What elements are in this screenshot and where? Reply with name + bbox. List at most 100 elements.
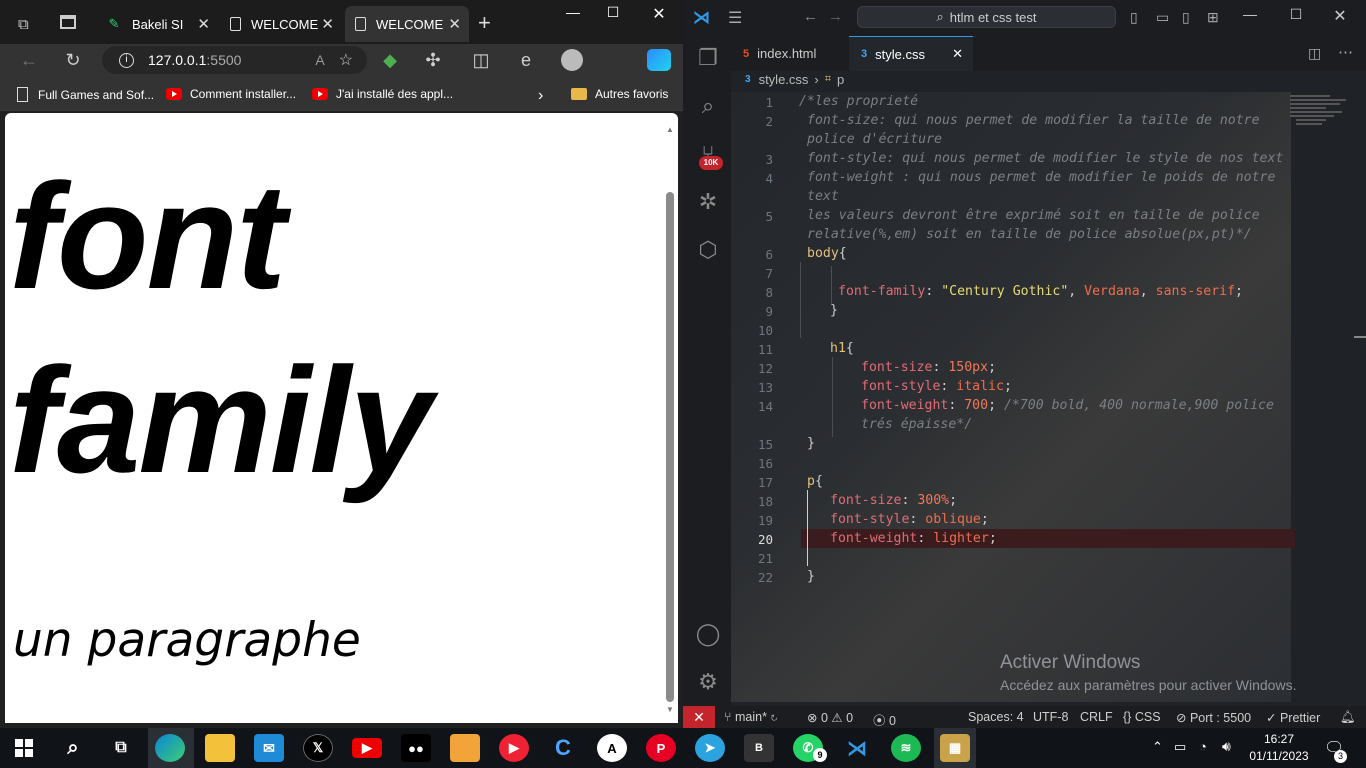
app-b-icon[interactable]: B	[744, 734, 774, 762]
live-server-port[interactable]: ⊘ Port : 5500	[1176, 710, 1251, 725]
nav-back-icon[interactable]: ←	[803, 8, 818, 25]
remote-indicator-icon[interactable]: ✕	[683, 706, 715, 728]
address-bar[interactable]: i 127.0.0.1:5500 A ☆	[102, 46, 367, 74]
maximize-icon[interactable]: ☐	[591, 4, 635, 26]
close-tab-icon[interactable]: ✕	[321, 15, 334, 33]
tab-index-html[interactable]: 5 index.html	[733, 36, 847, 71]
ports-indicator[interactable]: ⦿ 0	[873, 710, 896, 729]
search-icon[interactable]: ⌕	[58, 734, 88, 762]
breadcrumb-file[interactable]: style.css	[759, 72, 809, 87]
command-center-search[interactable]: ⌕ htlm et css test	[857, 6, 1116, 28]
page-scrollbar[interactable]: ▲ ▼	[665, 125, 675, 720]
system-clock[interactable]: 16:27 01/11/2023	[1244, 731, 1314, 765]
toggle-panel-icon[interactable]: ▭	[1156, 9, 1169, 26]
status-bar	[683, 706, 1366, 728]
collections-icon[interactable]: e	[514, 50, 538, 72]
wifi-icon[interactable]: ◔	[1199, 739, 1207, 754]
youtube-icon[interactable]: ▶	[352, 738, 382, 758]
extensions-icon[interactable]: ⬡	[695, 237, 721, 263]
vscode-close-icon[interactable]: ✕	[1318, 6, 1362, 28]
task-view-icon[interactable]: ⧉	[106, 734, 136, 762]
code-line-18: font-size: 300%;	[830, 493, 958, 508]
bookmark-comment-installer[interactable]: Comment installer...	[166, 87, 296, 101]
close-tab-icon[interactable]: ✕	[448, 15, 461, 33]
broadcast-icon: ⦿	[873, 714, 889, 728]
encoding-status[interactable]: UTF-8	[1033, 710, 1068, 724]
file-explorer-icon[interactable]	[205, 734, 235, 762]
close-tab-icon[interactable]: ✕	[952, 46, 963, 62]
tab-welcome-1[interactable]: WELCOME ✕	[220, 6, 342, 42]
chevron-right-icon[interactable]: ›	[538, 87, 543, 105]
spotify-icon[interactable]: ≋	[891, 734, 921, 762]
new-tab-icon[interactable]: +	[478, 10, 491, 36]
vscode-minimize-icon[interactable]: —	[1228, 6, 1272, 28]
app-orange-icon[interactable]	[450, 734, 480, 762]
other-favorites-folder[interactable]: Autres favoris	[571, 87, 668, 101]
nav-forward-icon[interactable]: →	[828, 8, 843, 25]
vertical-tabs-icon[interactable]	[60, 15, 76, 29]
toggle-sidebar-icon[interactable]: ▯	[1130, 9, 1138, 26]
x-twitter-icon[interactable]: 𝕏	[303, 734, 333, 762]
workspaces-icon[interactable]: ⧉	[18, 16, 29, 33]
windows-start-icon[interactable]	[10, 734, 38, 762]
tab-bakeli[interactable]: ✎ Bakeli SI ✕	[96, 6, 218, 42]
info-icon[interactable]: i	[119, 52, 134, 68]
tab-style-css[interactable]: 3 style.css ✕	[849, 36, 973, 71]
extension-icon[interactable]: ◆	[378, 50, 402, 72]
movie-maker-icon[interactable]: ▦	[940, 734, 970, 762]
telegram-icon[interactable]: ➤	[695, 734, 725, 762]
bookmark-full-games[interactable]: Full Games and Sof...	[17, 87, 154, 102]
run-debug-icon[interactable]: ✲	[695, 189, 721, 215]
symbol-icon: ⌗	[824, 73, 831, 85]
favorite-star-icon[interactable]: ☆	[339, 50, 353, 70]
breadcrumb-symbol[interactable]: p	[837, 72, 844, 87]
battery-icon[interactable]: ▭	[1174, 739, 1186, 755]
minimize-icon[interactable]: —	[551, 4, 595, 26]
scroll-down-icon[interactable]: ▼	[666, 705, 674, 714]
close-window-icon[interactable]: ✕	[637, 4, 681, 26]
mail-icon[interactable]: ✉	[254, 734, 284, 762]
read-aloud-icon[interactable]: A	[315, 52, 324, 68]
indentation-status[interactable]: Spaces: 4	[968, 710, 1024, 724]
manage-gear-icon[interactable]: ⚙	[695, 669, 721, 695]
volume-icon[interactable]: 🔊︎	[1222, 738, 1231, 755]
extensions-puzzle-icon[interactable]: ✣	[421, 50, 445, 72]
explorer-icon[interactable]: ❐	[695, 45, 721, 71]
more-actions-icon[interactable]: ⋯	[1338, 43, 1353, 61]
copilot-icon[interactable]	[647, 49, 671, 71]
medium-icon[interactable]: ●●	[401, 734, 431, 762]
toggle-secondary-sidebar-icon[interactable]: ▯	[1182, 9, 1190, 26]
minimap[interactable]	[1282, 92, 1352, 152]
scrollbar-thumb[interactable]	[666, 192, 674, 702]
eol-status[interactable]: CRLF	[1080, 710, 1113, 724]
menu-hamburger-icon[interactable]: ☰	[728, 8, 742, 28]
line-number: 10	[757, 323, 773, 338]
pinterest-icon[interactable]: P	[646, 734, 676, 762]
accounts-icon[interactable]: ◯	[695, 621, 721, 647]
close-tab-icon[interactable]: ✕	[197, 15, 210, 33]
problems-indicator[interactable]: ⊗ 0 ⚠ 0	[807, 710, 853, 725]
language-mode[interactable]: {} CSS	[1123, 710, 1161, 724]
media-player-icon[interactable]: ▶	[499, 734, 529, 762]
search-icon[interactable]: ⌕	[695, 93, 721, 119]
branch-indicator[interactable]: ⑂ main* ↻	[724, 710, 778, 724]
notifications-bell-icon[interactable]: 🔔︎	[1340, 710, 1356, 725]
show-hidden-icons-chevron-icon[interactable]: ⌃	[1152, 739, 1163, 755]
bookmark-jai-installe[interactable]: J'ai installé des appl...	[312, 87, 453, 101]
split-editor-icon[interactable]: ◫	[1308, 45, 1321, 62]
scroll-up-icon[interactable]: ▲	[666, 125, 674, 134]
edge-icon[interactable]	[155, 734, 185, 762]
profile-avatar[interactable]	[561, 49, 583, 71]
prettier-status[interactable]: ✓ Prettier	[1266, 710, 1320, 725]
split-screen-icon[interactable]: ◫	[469, 50, 493, 72]
port-icon: ⊘	[1176, 711, 1190, 725]
vscode-icon[interactable]: ⋊	[842, 734, 872, 762]
back-icon[interactable]: ←	[17, 50, 41, 72]
refresh-icon[interactable]: ↻	[61, 50, 85, 72]
editor-scrollbar[interactable]	[1354, 336, 1366, 338]
tab-welcome-active[interactable]: WELCOME ✕	[345, 6, 469, 42]
app-a-icon[interactable]: A	[597, 734, 627, 762]
customize-layout-icon[interactable]: ⊞	[1207, 9, 1219, 26]
app-c-icon[interactable]: C	[548, 734, 578, 762]
vscode-maximize-icon[interactable]: ☐	[1274, 6, 1318, 28]
